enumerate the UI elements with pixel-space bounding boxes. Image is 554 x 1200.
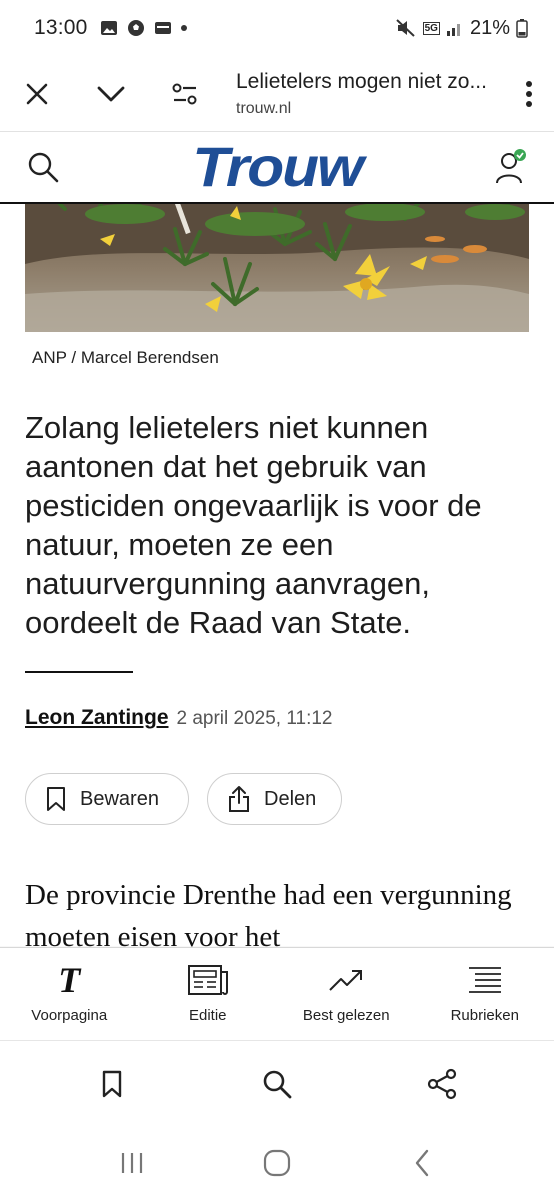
newspaper-icon [187, 965, 228, 995]
page-settings-button[interactable] [148, 62, 222, 126]
address-bar[interactable]: Lelietelers mogen niet zo... trouw.nl [222, 70, 504, 118]
wallet-icon [154, 22, 171, 34]
share-upload-icon [229, 786, 249, 812]
nav-best-gelezen[interactable]: Best gelezen [277, 948, 416, 1039]
save-label: Bewaren [80, 787, 159, 810]
more-menu-button[interactable] [504, 80, 554, 108]
article-image [25, 204, 529, 332]
image-credit: ANP / Marcel Berendsen [32, 348, 219, 367]
gallery-icon [100, 21, 117, 35]
tab-title: Lelietelers mogen niet zo... [236, 69, 487, 93]
network-badge: 5G [422, 21, 440, 35]
more-vert-icon [526, 80, 532, 107]
byline: Leon Zantinge 2 april 2025, 11:12 [25, 706, 333, 730]
bookmark-outline-icon [47, 787, 65, 811]
bookmark-icon [103, 1070, 122, 1097]
site-bottom-nav: T Voorpagina Editie Best gelezen Rubriek… [0, 947, 554, 1039]
battery-percent: 21% [469, 16, 510, 39]
share-icon [427, 1068, 456, 1099]
publish-date: 2 april 2025, 11:12 [176, 708, 333, 729]
nav-rubrieken[interactable]: Rubrieken [416, 948, 554, 1039]
author-link[interactable]: Leon Zantinge [25, 706, 169, 730]
article-body: De provincie Drenthe had een vergunning … [25, 879, 512, 950]
nav-label: Rubrieken [450, 1007, 519, 1024]
browser-bottom-bar [0, 1040, 554, 1126]
system-nav-bar [0, 1126, 554, 1200]
share-button[interactable]: Delen [207, 773, 342, 825]
mute-icon [395, 19, 415, 37]
article-lead: Zolang lelietelers niet kunnen aantonen … [25, 410, 482, 640]
url-text: trouw.nl [236, 99, 292, 117]
recents-icon [122, 1153, 143, 1173]
lily-field-illustration [25, 204, 529, 332]
back-button[interactable] [392, 1138, 452, 1188]
close-button[interactable] [0, 62, 74, 126]
bookmark-button[interactable] [82, 1054, 142, 1114]
signal-icon [446, 24, 460, 36]
close-icon [26, 83, 48, 104]
site-logo[interactable]: Trouw [71, 131, 484, 203]
browser-toolbar: Lelietelers mogen niet zo... trouw.nl [0, 56, 554, 132]
status-time: 13:00 [34, 16, 88, 39]
nav-label: Voorpagina [31, 1007, 108, 1024]
status-bar: 13:00 5G 21% [0, 0, 554, 56]
soccer-icon [127, 20, 144, 36]
home-button[interactable] [247, 1138, 307, 1188]
nav-label: Editie [188, 1007, 227, 1024]
search-icon [263, 1070, 292, 1098]
back-icon [415, 1149, 428, 1177]
recents-button[interactable] [102, 1138, 162, 1188]
divider [25, 671, 133, 673]
trouw-t-icon: T [58, 960, 81, 1000]
page-settings-icon [172, 83, 197, 104]
nav-label: Best gelezen [302, 1007, 390, 1024]
chevron-down-icon [97, 86, 125, 101]
collapse-button[interactable] [74, 62, 148, 126]
home-icon [263, 1149, 291, 1177]
nav-editie[interactable]: Editie [139, 948, 278, 1039]
battery-icon [516, 19, 528, 38]
share-page-button[interactable] [412, 1054, 472, 1114]
search-icon [28, 152, 59, 183]
list-icon [468, 967, 501, 993]
find-in-page-button[interactable] [247, 1054, 307, 1114]
account-button[interactable] [468, 149, 554, 185]
save-button[interactable]: Bewaren [25, 773, 189, 825]
account-icon [496, 149, 526, 184]
nav-voorpagina[interactable]: T Voorpagina [0, 948, 139, 1039]
dot-icon [180, 25, 187, 31]
share-label: Delen [264, 787, 317, 810]
trending-icon [329, 970, 363, 991]
site-header: Trouw [0, 132, 554, 204]
